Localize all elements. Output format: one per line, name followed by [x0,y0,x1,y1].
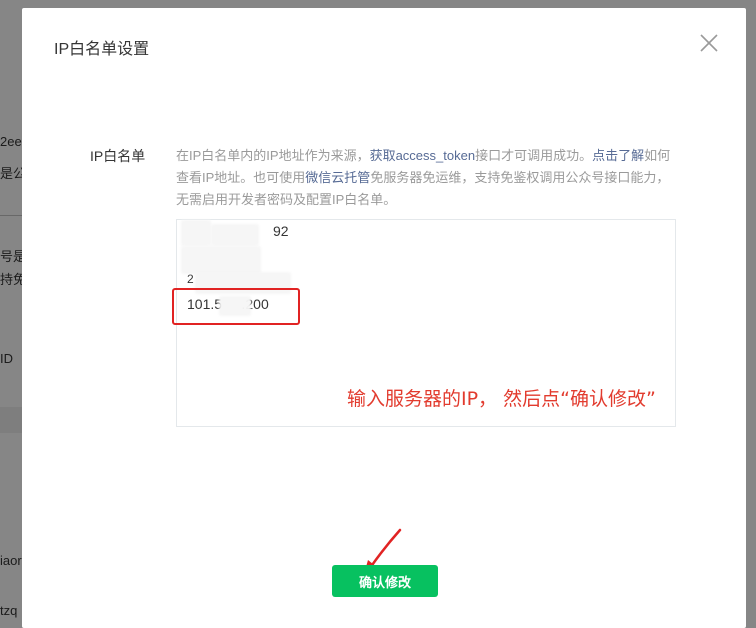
confirm-change-button[interactable]: 确认修改 [332,565,438,597]
dialog-title: IP白名单设置 [54,41,150,58]
ip-whitelist-description: 在IP白名单内的IP地址作为来源，获取access_token接口才可调用成功。… [176,145,676,211]
description-text: 在IP白名单内的IP地址作为来源， [176,148,370,163]
annotation-highlight-box [172,288,300,325]
description-text: 接口才可调用成功。 [475,148,593,163]
redaction-blur [211,224,259,246]
ip-entry: 2 [187,272,194,286]
redaction-blur [181,246,261,274]
ip-entry: 92 [273,223,289,239]
redaction-blur [181,220,211,246]
wechat-cloud-hosting-link[interactable]: 微信云托管 [305,170,370,185]
learn-more-link[interactable]: 点击了解 [592,148,644,163]
close-icon[interactable] [698,32,720,54]
ip-whitelist-label: IP白名单 [90,148,146,164]
annotation-text: 输入服务器的IP， 然后点“确认修改” [347,388,656,410]
ip-whitelist-dialog: IP白名单设置 IP白名单 在IP白名单内的IP地址作为来源，获取access_… [22,8,746,628]
access-token-link[interactable]: 获取access_token [370,148,476,163]
